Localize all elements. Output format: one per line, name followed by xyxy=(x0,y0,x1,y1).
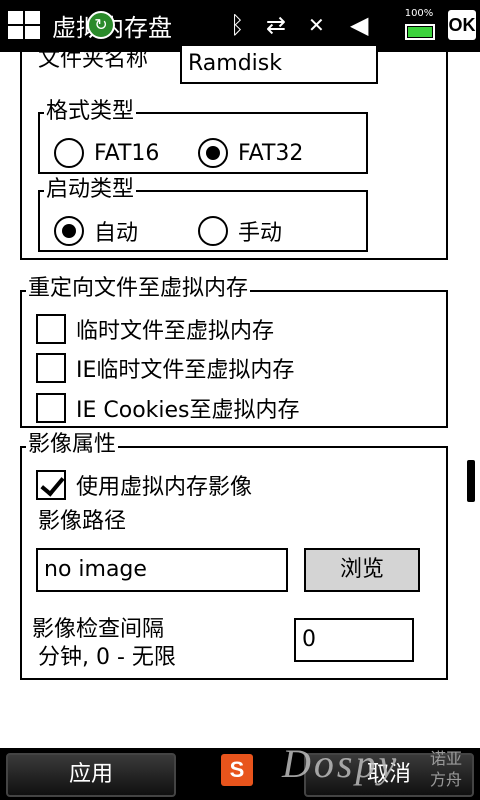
softkey-bar: 应用 S 取消 xyxy=(0,748,480,800)
radio-fat32[interactable]: FAT32 xyxy=(198,138,303,168)
sync-icon: ↻ xyxy=(87,11,115,39)
radio-circle-selected xyxy=(54,216,84,246)
data-transfer-icon[interactable]: ⇄ xyxy=(266,10,286,40)
checkbox-label: 使用虚拟内存影像 xyxy=(76,475,253,500)
interval-field[interactable]: 0 xyxy=(294,618,414,662)
apply-button[interactable]: 应用 xyxy=(6,753,176,797)
radio-circle-selected xyxy=(198,138,228,168)
radio-circle xyxy=(198,216,228,246)
checkbox-label: IE Cookies至虚拟内存 xyxy=(76,398,300,423)
battery-icon[interactable]: 100% xyxy=(403,8,435,44)
folder-name-field[interactable]: Ramdisk xyxy=(180,44,378,84)
input-method-icon[interactable]: S xyxy=(221,754,253,786)
checkbox-ie-temp-files[interactable]: IE临时文件至虚拟内存 xyxy=(36,353,294,383)
browse-button[interactable]: 浏览 xyxy=(304,548,420,592)
checkbox-box xyxy=(36,314,66,344)
bluetooth-icon[interactable]: ᛒ xyxy=(230,10,244,40)
radio-manual[interactable]: 手动 xyxy=(198,216,282,246)
windows-start-icon[interactable] xyxy=(6,10,40,40)
checkbox-box xyxy=(36,353,66,383)
radio-label: FAT16 xyxy=(94,140,160,166)
format-type-legend: 格式类型 xyxy=(44,99,137,125)
radio-auto[interactable]: 自动 xyxy=(54,216,138,246)
interval-label: 影像检查间隔 xyxy=(32,617,165,642)
folder-name-label: 文件夹名称 xyxy=(38,47,149,72)
radio-fat16[interactable]: FAT16 xyxy=(54,138,159,168)
checkbox-ie-cookies[interactable]: IE Cookies至虚拟内存 xyxy=(36,393,300,423)
no-sim-icon[interactable]: ✕ xyxy=(308,10,325,40)
image-path-label: 影像路径 xyxy=(38,509,127,534)
watermark-logo: Dospy xyxy=(282,741,400,786)
radio-label: FAT32 xyxy=(238,140,304,166)
checkbox-use-image[interactable]: 使用虚拟内存影像 xyxy=(36,470,252,500)
ok-button[interactable]: OK xyxy=(448,10,476,40)
radio-label: 自动 xyxy=(94,221,139,246)
interval-hint: 分钟, 0 - 无限 xyxy=(38,645,176,670)
redirect-legend: 重定向文件至虚拟内存 xyxy=(26,276,251,302)
radio-circle xyxy=(54,138,84,168)
image-properties-legend: 影像属性 xyxy=(26,432,119,458)
checkbox-box xyxy=(36,393,66,423)
checkbox-temp-files[interactable]: 临时文件至虚拟内存 xyxy=(36,314,274,344)
scrollbar-thumb[interactable] xyxy=(467,460,475,502)
battery-percent: 100% xyxy=(404,8,434,19)
watermark-text: 诺亚 方舟 xyxy=(430,749,463,789)
checkbox-label: IE临时文件至虚拟内存 xyxy=(76,358,295,383)
checkbox-label: 临时文件至虚拟内存 xyxy=(76,319,275,344)
volume-muted-icon[interactable]: ◀ xyxy=(350,10,368,40)
radio-label: 手动 xyxy=(238,221,283,246)
startup-type-legend: 启动类型 xyxy=(44,177,137,203)
checkbox-box-checked xyxy=(36,470,66,500)
image-path-field[interactable]: no image xyxy=(36,548,288,592)
